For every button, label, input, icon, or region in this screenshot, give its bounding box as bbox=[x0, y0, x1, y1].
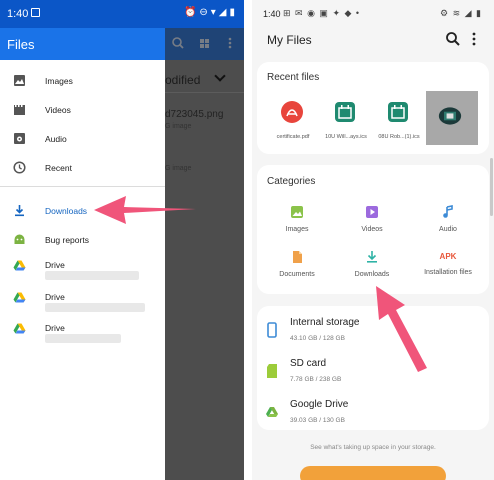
audio-icon bbox=[14, 133, 25, 144]
status-time: 1:40 bbox=[7, 8, 29, 20]
status-time: 1:40 bbox=[263, 9, 281, 19]
pdf-icon bbox=[281, 101, 303, 123]
phone-icon bbox=[267, 322, 277, 338]
category-downloads[interactable]: Downloads bbox=[337, 250, 407, 278]
category-label: Videos bbox=[361, 226, 383, 233]
status-icons: ⚙ ≋ ◢ ▮ bbox=[440, 8, 482, 18]
scrollbar[interactable] bbox=[490, 158, 493, 216]
drawer-item-label: Audio bbox=[45, 134, 67, 144]
category-label: Images bbox=[285, 226, 309, 233]
drawer-item-drive[interactable]: Drive bbox=[0, 285, 165, 317]
category-audio[interactable]: Audio bbox=[413, 205, 483, 233]
more-options-icon[interactable] bbox=[471, 31, 477, 47]
image-icon bbox=[14, 75, 25, 86]
drive-icon bbox=[13, 260, 26, 271]
recent-file-item[interactable] bbox=[426, 91, 478, 145]
recent-file-item[interactable]: 10U Will...ays.ics bbox=[320, 91, 372, 145]
apk-icon: APK bbox=[439, 252, 457, 261]
recent-file-caption: 10U Will...ays.ics bbox=[325, 134, 367, 140]
status-bar: 1:40 ⏰⊖▾◢▮ bbox=[0, 0, 244, 28]
drawer-item-label: Drive bbox=[45, 292, 65, 302]
drawer-item-videos[interactable]: Videos bbox=[0, 97, 165, 123]
document-icon bbox=[293, 251, 302, 263]
calendar-icon bbox=[335, 102, 355, 122]
storage-google-drive[interactable]: Google Drive 39.03 GB / 130 GB bbox=[257, 398, 489, 434]
redacted-account bbox=[45, 303, 145, 312]
redacted-account bbox=[45, 334, 121, 343]
drawer-item-bug-reports[interactable]: Bug reports bbox=[0, 227, 165, 253]
redacted-account bbox=[45, 271, 139, 280]
background-file-type: G image bbox=[165, 123, 192, 130]
music-icon bbox=[443, 205, 453, 218]
drawer-divider bbox=[0, 186, 165, 187]
drawer-header: Files bbox=[0, 28, 165, 60]
status-bar: 1:40 ⊞ ✉ ◉ ▣ ✦ ◆ • ⚙ ≋ ◢ ▮ bbox=[252, 0, 494, 26]
download-icon bbox=[15, 205, 24, 217]
recent-file-caption: 08U Rob...(1).ics bbox=[378, 134, 420, 140]
sd-card-icon bbox=[267, 364, 277, 378]
notification-image-icon bbox=[31, 8, 40, 17]
category-videos[interactable]: Videos bbox=[337, 205, 407, 233]
left-phone-screen: 1:40 ⏰⊖▾◢▮ odified d723045.png G image G… bbox=[0, 0, 244, 480]
category-label: Audio bbox=[439, 226, 457, 233]
storage-name: SD card bbox=[290, 358, 327, 369]
background-sort-label: odified bbox=[165, 73, 201, 87]
video-icon bbox=[14, 105, 25, 115]
drawer-item-images[interactable]: Images bbox=[0, 68, 165, 94]
drawer-item-label: Bug reports bbox=[45, 235, 89, 245]
download-icon bbox=[367, 251, 377, 263]
category-installation-files[interactable]: APK Installation files bbox=[413, 250, 483, 276]
recent-file-item[interactable]: certificate.pdf bbox=[267, 91, 319, 145]
category-label: Installation files bbox=[424, 269, 472, 276]
background-file-type: G image bbox=[165, 165, 192, 172]
drawer-item-downloads[interactable]: Downloads bbox=[0, 198, 165, 224]
recent-file-caption: certificate.pdf bbox=[276, 134, 310, 140]
drawer-item-drive[interactable]: Drive bbox=[0, 316, 165, 348]
storage-analysis-note: See what's taking up space in your stora… bbox=[310, 444, 436, 451]
drawer-item-audio[interactable]: Audio bbox=[0, 126, 165, 152]
storage-size: 7.78 GB / 238 GB bbox=[290, 376, 342, 383]
background-file-name: d723045.png bbox=[165, 109, 224, 120]
drawer-item-label: Recent bbox=[45, 163, 72, 173]
category-documents[interactable]: Documents bbox=[262, 250, 332, 278]
drive-icon bbox=[13, 323, 26, 334]
android-icon bbox=[14, 234, 25, 244]
drawer-scrim[interactable] bbox=[165, 28, 244, 480]
drawer-item-label: Images bbox=[45, 76, 73, 86]
categories-title: Categories bbox=[267, 176, 316, 187]
video-icon bbox=[366, 206, 378, 218]
drive-icon bbox=[13, 292, 26, 303]
storage-sd-card[interactable]: SD card 7.78 GB / 238 GB bbox=[257, 357, 489, 393]
calendar-icon bbox=[388, 102, 408, 122]
storage-size: 39.03 GB / 130 GB bbox=[290, 417, 345, 424]
drawer-title: Files bbox=[7, 37, 35, 52]
drawer-item-drive[interactable]: Drive bbox=[0, 253, 165, 285]
drive-icon bbox=[266, 407, 278, 417]
search-icon[interactable] bbox=[445, 31, 461, 47]
page-title: My Files bbox=[267, 33, 312, 47]
drawer-item-recent[interactable]: Recent bbox=[0, 155, 165, 181]
drawer-item-label: Drive bbox=[45, 260, 65, 270]
notification-icons: ⊞ ✉ ◉ ▣ ✦ ◆ • bbox=[283, 8, 361, 18]
clock-icon bbox=[13, 161, 26, 174]
image-thumb-icon bbox=[438, 107, 462, 125]
category-label: Downloads bbox=[354, 271, 390, 278]
right-phone-screen: 1:40 ⊞ ✉ ◉ ▣ ✦ ◆ • ⚙ ≋ ◢ ▮ My Files Rece… bbox=[252, 0, 494, 480]
category-images[interactable]: Images bbox=[262, 205, 332, 233]
recent-file-item[interactable]: 08U Rob...(1).ics bbox=[373, 91, 425, 145]
category-label: Documents bbox=[279, 271, 315, 278]
recent-files-title: Recent files bbox=[267, 72, 320, 83]
drawer-item-label: Downloads bbox=[45, 206, 88, 216]
image-icon bbox=[291, 206, 303, 218]
background-divider bbox=[165, 92, 244, 93]
storage-size: 43.10 GB / 128 GB bbox=[290, 335, 345, 342]
status-icons: ⏰⊖▾◢▮ bbox=[183, 7, 238, 18]
drawer-item-label: Drive bbox=[45, 323, 65, 333]
storage-name: Google Drive bbox=[290, 399, 349, 410]
drawer-item-label: Videos bbox=[45, 105, 71, 115]
analyze-storage-button[interactable] bbox=[300, 466, 446, 480]
navigation-drawer: Files Images Videos Audio Recent Downloa… bbox=[0, 28, 165, 480]
storage-name: Internal storage bbox=[290, 317, 360, 328]
storage-internal[interactable]: Internal storage 43.10 GB / 128 GB bbox=[257, 316, 489, 352]
